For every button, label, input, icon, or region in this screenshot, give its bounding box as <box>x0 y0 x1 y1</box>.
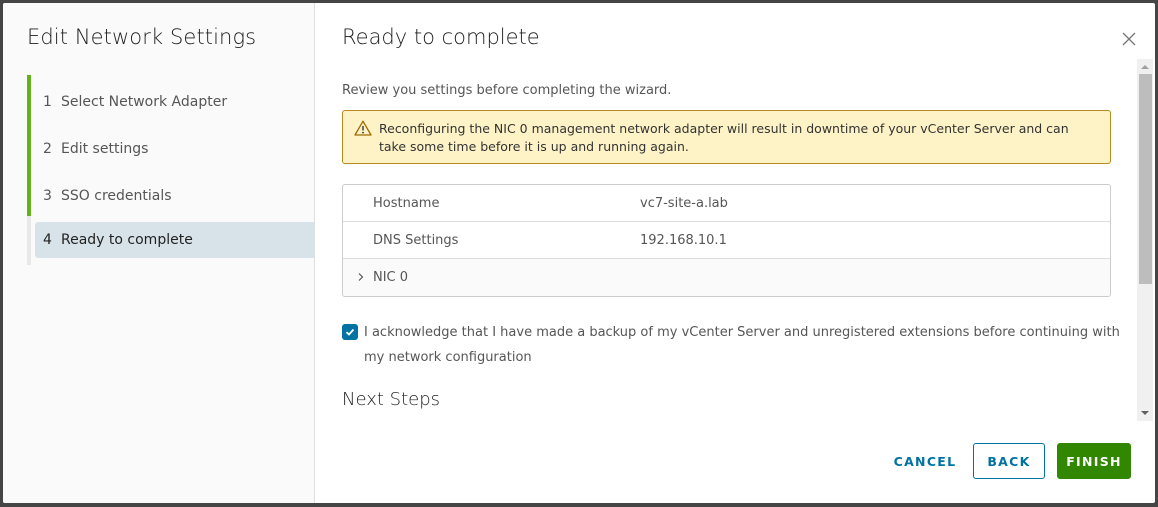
summary-value: 192.168.10.1 <box>640 232 727 248</box>
cancel-button[interactable]: CANCEL <box>889 443 961 479</box>
nic-0-expander[interactable]: NIC 0 <box>343 270 640 285</box>
step-number: 4 <box>43 232 52 248</box>
chevron-right-icon <box>357 271 373 285</box>
close-icon <box>1122 32 1136 46</box>
content-scrollbar[interactable] <box>1137 59 1153 421</box>
acknowledge-checkbox[interactable] <box>342 324 358 340</box>
summary-row-nic-0[interactable]: NIC 0 <box>343 259 1110 296</box>
scroll-up-icon[interactable] <box>1141 65 1149 69</box>
scrollbar-thumb[interactable] <box>1139 74 1152 284</box>
summary-key: Hostname <box>373 195 440 211</box>
wizard-step-select-network-adapter[interactable]: 1 Select Network Adapter <box>35 84 315 120</box>
summary-key: NIC 0 <box>373 270 409 285</box>
summary-row-dns-settings: DNS Settings 192.168.10.1 <box>343 222 1110 259</box>
edit-network-settings-dialog: Edit Network Settings 1 Select Network A… <box>3 3 1155 503</box>
step-number: 1 <box>43 94 52 110</box>
scroll-down-icon[interactable] <box>1141 411 1149 415</box>
wizard-step-edit-settings[interactable]: 2 Edit settings <box>35 131 315 167</box>
checkmark-icon <box>345 328 355 336</box>
acknowledge-label[interactable]: I acknowledge that I have made a backup … <box>364 320 1122 370</box>
step-progress-track <box>27 75 31 265</box>
summary-key: DNS Settings <box>373 232 459 248</box>
wizard-step-ready-to-complete[interactable]: 4 Ready to complete <box>35 222 315 258</box>
next-steps-heading: Next Steps <box>342 389 441 410</box>
summary-value: vc7-site-a.lab <box>640 195 728 211</box>
content-scroll-area: Review you settings before completing th… <box>342 63 1137 421</box>
step-number: 2 <box>43 141 52 157</box>
summary-row-hostname: Hostname vc7-site-a.lab <box>343 185 1110 222</box>
wizard-step-sso-credentials[interactable]: 3 SSO credentials <box>35 178 315 214</box>
step-label: Select Network Adapter <box>61 94 228 110</box>
wizard-footer: CANCEL BACK FINISH <box>889 443 1131 479</box>
intro-text: Review you settings before completing th… <box>342 83 672 98</box>
wizard-sidebar: Edit Network Settings 1 Select Network A… <box>3 3 315 503</box>
back-button[interactable]: BACK <box>973 443 1045 479</box>
summary-table: Hostname vc7-site-a.lab DNS Settings 192… <box>342 184 1111 297</box>
finish-button[interactable]: FINISH <box>1057 443 1131 479</box>
step-label: Ready to complete <box>61 232 193 248</box>
step-label: Edit settings <box>61 141 149 157</box>
close-button[interactable] <box>1121 31 1137 47</box>
acknowledge-row: I acknowledge that I have made a backup … <box>342 320 1122 370</box>
alert-text: Reconfiguring the NIC 0 management netwo… <box>379 121 1069 154</box>
warning-icon <box>354 120 372 136</box>
wizard-title: Edit Network Settings <box>27 25 257 49</box>
step-progress-fill <box>27 75 31 216</box>
page-title: Ready to complete <box>342 25 540 49</box>
step-number: 3 <box>43 188 52 204</box>
warning-alert: Reconfiguring the NIC 0 management netwo… <box>342 110 1111 164</box>
step-label: SSO credentials <box>61 188 172 204</box>
wizard-main: Ready to complete Review you settings be… <box>315 3 1155 503</box>
